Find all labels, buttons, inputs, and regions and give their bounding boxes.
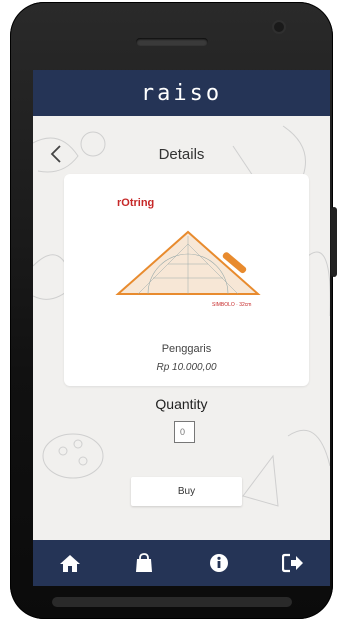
quantity-input[interactable] <box>174 421 195 443</box>
app-bar: raiso <box>33 70 330 116</box>
nav-logout[interactable] <box>273 543 313 583</box>
brand-title: raiso <box>140 80 223 106</box>
app-screen: raiso Details rOtring SIMBOLO · 32cm Pen… <box>33 70 330 586</box>
page-title: Details <box>158 146 205 163</box>
quantity-label: Quantity <box>155 396 208 412</box>
phone-frame: raiso Details rOtring SIMBOLO · 32cm Pen… <box>10 2 337 619</box>
triangle-ruler-image: SIMBOLO · 32cm <box>115 230 261 308</box>
product-name: Penggaris <box>161 343 212 355</box>
product-card: rOtring SIMBOLO · 32cm Penggaris Rp 10.0… <box>64 174 309 386</box>
nav-info[interactable] <box>199 543 239 583</box>
nav-shop[interactable] <box>124 543 164 583</box>
nav-home[interactable] <box>50 543 90 583</box>
earpiece <box>136 38 208 46</box>
phone-side-button <box>331 207 337 277</box>
home-icon <box>60 555 81 572</box>
front-camera <box>274 22 284 32</box>
phone-bottom-speaker <box>51 597 292 607</box>
bottom-nav <box>33 540 330 586</box>
buy-button[interactable]: Buy <box>131 477 242 506</box>
shopping-bag-icon <box>136 553 153 572</box>
phone-top-bezel <box>10 2 333 68</box>
svg-text:SIMBOLO · 32cm: SIMBOLO · 32cm <box>212 302 251 308</box>
logout-icon <box>281 553 303 573</box>
product-price: Rp 10.000,00 <box>156 362 217 373</box>
info-icon <box>209 554 228 572</box>
